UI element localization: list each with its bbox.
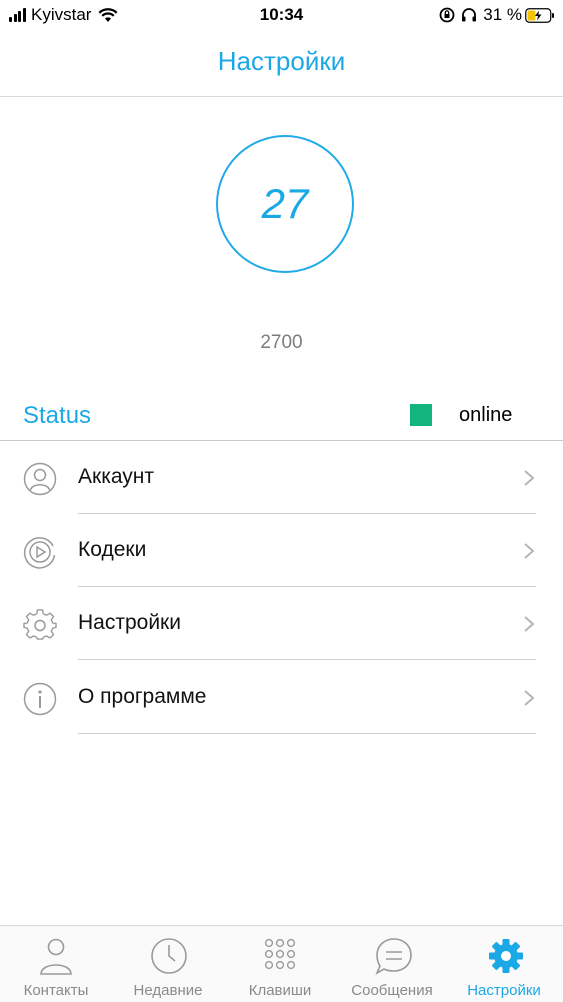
- play-circle-icon: [23, 537, 56, 569]
- menu-item-label: Аккаунт: [78, 465, 155, 488]
- tab-contacts[interactable]: Контакты: [0, 926, 112, 1002]
- tab-label: Недавние: [133, 982, 203, 999]
- tab-keypad[interactable]: Клавиши: [224, 926, 336, 1002]
- nav-bar: Настройки: [0, 34, 563, 97]
- menu-item-label: Настройки: [78, 611, 181, 634]
- extension-number: 27: [261, 180, 309, 227]
- page-title: Настройки: [217, 46, 346, 76]
- status-indicator: [410, 404, 432, 426]
- tab-label: Контакты: [23, 982, 89, 999]
- chevron-right-icon: [524, 470, 535, 486]
- chevron-right-icon: [524, 616, 535, 632]
- status-bar: Kyivstar 10:34 31 %: [0, 0, 563, 34]
- chat-bubble-icon: [375, 938, 412, 975]
- menu-item-codecs[interactable]: Кодеки: [0, 514, 563, 587]
- tab-messages[interactable]: Сообщения: [336, 926, 448, 1002]
- tab-bar: Контакты Недавние Клавиши Сообщения Наст…: [0, 925, 563, 1002]
- clock-icon: [151, 938, 187, 974]
- chevron-right-icon: [524, 543, 535, 559]
- tab-settings[interactable]: Настройки: [448, 926, 560, 1002]
- user-circle-icon: [23, 462, 57, 496]
- status-row[interactable]: Status online: [0, 394, 563, 441]
- extension-badge: 27: [216, 135, 354, 273]
- menu-item-label: Кодеки: [78, 538, 147, 561]
- tab-recent[interactable]: Недавние: [112, 926, 224, 1002]
- gear-icon: [23, 609, 57, 640]
- battery-charging-icon: [525, 7, 554, 23]
- person-icon: [40, 938, 72, 975]
- battery-percent: 31 %: [483, 5, 522, 24]
- account-number: 2700: [260, 332, 303, 353]
- status-bar-right: 31 %: [439, 5, 555, 25]
- menu-item-settings[interactable]: Настройки: [0, 587, 563, 660]
- menu-item-account[interactable]: Аккаунт: [0, 441, 563, 514]
- gear-icon: [489, 939, 523, 973]
- chevron-right-icon: [524, 690, 535, 706]
- status-label: Status: [23, 402, 92, 429]
- menu-item-about[interactable]: О программе: [0, 661, 563, 734]
- keypad-icon: [264, 938, 296, 970]
- divider: [78, 659, 536, 660]
- headphones-icon: [462, 8, 477, 22]
- info-icon: [23, 682, 57, 716]
- divider: [78, 733, 536, 734]
- tab-label: Сообщения: [351, 982, 433, 999]
- tab-label: Клавиши: [248, 982, 312, 999]
- status-value: online: [459, 404, 513, 426]
- tab-label: Настройки: [467, 982, 541, 999]
- rotation-lock-icon: [439, 7, 455, 23]
- menu-item-label: О программе: [78, 685, 207, 708]
